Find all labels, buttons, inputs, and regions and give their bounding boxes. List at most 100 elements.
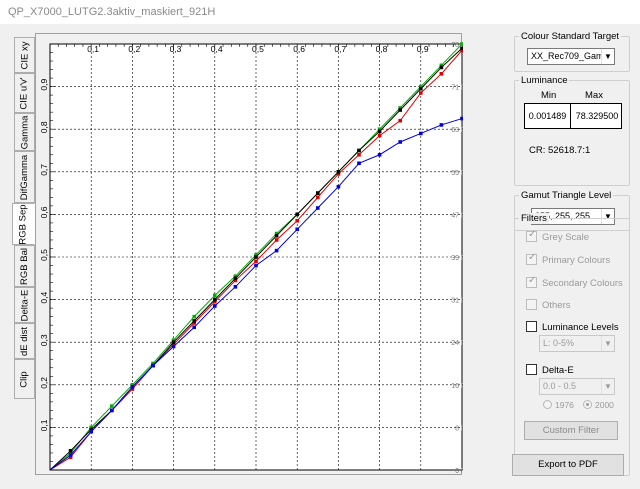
x-tick-label: 0,4 (211, 44, 223, 54)
min-label: Min (541, 90, 557, 101)
luminance-label: 24 Nits (451, 340, 463, 347)
colour-standard-title: Colour Standard Target (519, 31, 622, 42)
series-point-2 (398, 108, 402, 112)
luminance-label: 71 Nits (451, 85, 463, 92)
y-tick-label: 0,1 (39, 419, 49, 431)
series-point-3 (89, 429, 93, 434)
chart-panel: 0,1 0,2 0,3 0,4 0,5 0,6 0,7 0,8 0,9 0,1 0,2 0,3 0,4 0… (35, 33, 516, 475)
delta-e-select[interactable]: 0.0 - 0.5 ▼ (539, 378, 615, 395)
radio-2000[interactable]: 2000 (583, 400, 614, 410)
series-point-3 (151, 363, 155, 368)
series-point-2 (336, 170, 341, 174)
series-point-3 (460, 116, 464, 121)
delta-e-value: 0.0 - 0.5 (543, 381, 577, 391)
tab-rgb-sep[interactable]: RGB Sep (12, 203, 35, 245)
y-tick-label: 0,9 (39, 79, 49, 91)
tab-rgb-bal[interactable]: RGB Bal (14, 245, 35, 287)
min-value: 0.001489 (525, 104, 571, 128)
checkbox-icon (526, 229, 537, 242)
chart-tabs: CIE xy CIE u'v' Gamma DifGamma RGB Sep R… (12, 37, 35, 399)
tab-de-dist[interactable]: dE dist (14, 323, 35, 359)
gamut-title: Gamut Triangle Level (519, 190, 614, 201)
secondary-colours-checkbox[interactable]: Secondary Colours (526, 275, 623, 289)
series-point-2 (295, 212, 299, 217)
checkbox-icon (526, 364, 537, 375)
series-point-1 (110, 404, 114, 408)
series-point-3 (439, 123, 444, 127)
custom-filter-button[interactable]: Custom Filter (524, 421, 618, 440)
luminance-levels-checkbox[interactable]: Luminance Levels (526, 321, 619, 333)
x-tick-label: 0,1 (87, 44, 99, 54)
primary-colours-checkbox[interactable]: Primary Colours (526, 252, 610, 266)
y-tick-label: 0,6 (39, 206, 49, 218)
tab-delta-e[interactable]: Delta-E (14, 287, 35, 323)
y-tick-label: 0,5 (39, 249, 49, 261)
delta-e-checkbox[interactable]: Delta-E (526, 364, 574, 376)
tab-cie-xy[interactable]: CIE xy (14, 37, 35, 73)
x-tick-label: 0,7 (334, 44, 346, 54)
x-tick-label: 0,2 (128, 44, 140, 54)
others-checkbox[interactable]: Others (526, 299, 571, 311)
y-tick-label: 0,7 (39, 164, 49, 176)
series-point-2 (213, 297, 217, 302)
luminance-label: 8 Nits (455, 425, 463, 432)
luminance-levels-value: L: 0-5% (543, 338, 575, 348)
export-pdf-button[interactable]: Export to PDF (512, 454, 624, 476)
series-point-0 (274, 238, 279, 242)
series-point-2 (192, 319, 196, 323)
series-point-2 (316, 191, 320, 195)
series-point-3 (419, 131, 423, 136)
max-value: 78.329500 (575, 111, 619, 121)
tab-cie-uv[interactable]: CIE u'v' (14, 73, 35, 113)
x-tick-label: 0,5 (252, 44, 264, 54)
grey-scale-checkbox[interactable]: Grey Scale (526, 229, 589, 243)
series-point-3 (254, 263, 258, 268)
luminance-label: 31 Nits (451, 298, 463, 305)
series-point-3 (130, 385, 135, 389)
series-point-1 (213, 293, 217, 298)
radio-selected-icon (583, 400, 592, 409)
window-title: QP_X7000_LUTG2.3aktiv_maskiert_921H (0, 0, 640, 24)
series-point-2 (419, 86, 423, 91)
colour-standard-select[interactable]: XX_Rec709_Gam ▼ (527, 48, 615, 65)
series-point-3 (274, 248, 279, 253)
series-point-3 (68, 453, 73, 457)
series-point-3 (336, 184, 341, 189)
x-tick-label: 0,3 (170, 44, 182, 54)
checkbox-icon (526, 321, 537, 332)
luminance-levels-select[interactable]: L: 0-5% ▼ (539, 335, 615, 352)
chevron-down-icon: ▼ (601, 336, 614, 351)
series-point-3 (357, 161, 361, 166)
radio-icon (543, 400, 552, 409)
luminance-values-box: 0.001489 78.329500 (524, 103, 622, 129)
series-point-2 (233, 276, 238, 281)
series-point-0 (419, 91, 423, 95)
tab-difgamma[interactable]: DifGamma (14, 151, 35, 203)
tab-clip[interactable]: Clip (14, 359, 35, 399)
x-tick-label: 0,6 (293, 44, 305, 54)
y-tick-label: 0,2 (39, 377, 49, 389)
series-point-3 (213, 304, 217, 308)
chevron-down-icon: ▼ (601, 49, 614, 64)
series-point-2 (254, 255, 258, 259)
series-point-0 (398, 118, 402, 123)
luminance-label: 16 Nits (451, 383, 463, 390)
series-point-0 (316, 195, 320, 200)
luminance-label: 63 Nits (451, 127, 463, 134)
luminance-label: 0 Nits (455, 468, 463, 475)
luminance-label: 39 Nits (451, 255, 463, 262)
y-tick-label: 0,8 (39, 121, 49, 133)
series-point-0 (377, 133, 382, 138)
colour-standard-group: Colour Standard Target XX_Rec709_Gam ▼ (514, 31, 630, 72)
series-point-3 (316, 206, 320, 210)
series-point-0 (357, 152, 361, 157)
luminance-title: Luminance (519, 75, 570, 86)
luminance-label: 47 Nits (451, 212, 463, 219)
x-tick-label: 0,9 (417, 44, 429, 54)
colour-standard-value: XX_Rec709_Gam (531, 51, 604, 61)
series-point-2 (439, 65, 444, 70)
tab-gamma[interactable]: Gamma (14, 113, 35, 151)
radio-1976[interactable]: 1976 (543, 400, 574, 410)
luminance-group: Luminance Min Max 0.001489 78.329500 CR:… (514, 75, 630, 186)
series-point-0 (295, 218, 299, 223)
